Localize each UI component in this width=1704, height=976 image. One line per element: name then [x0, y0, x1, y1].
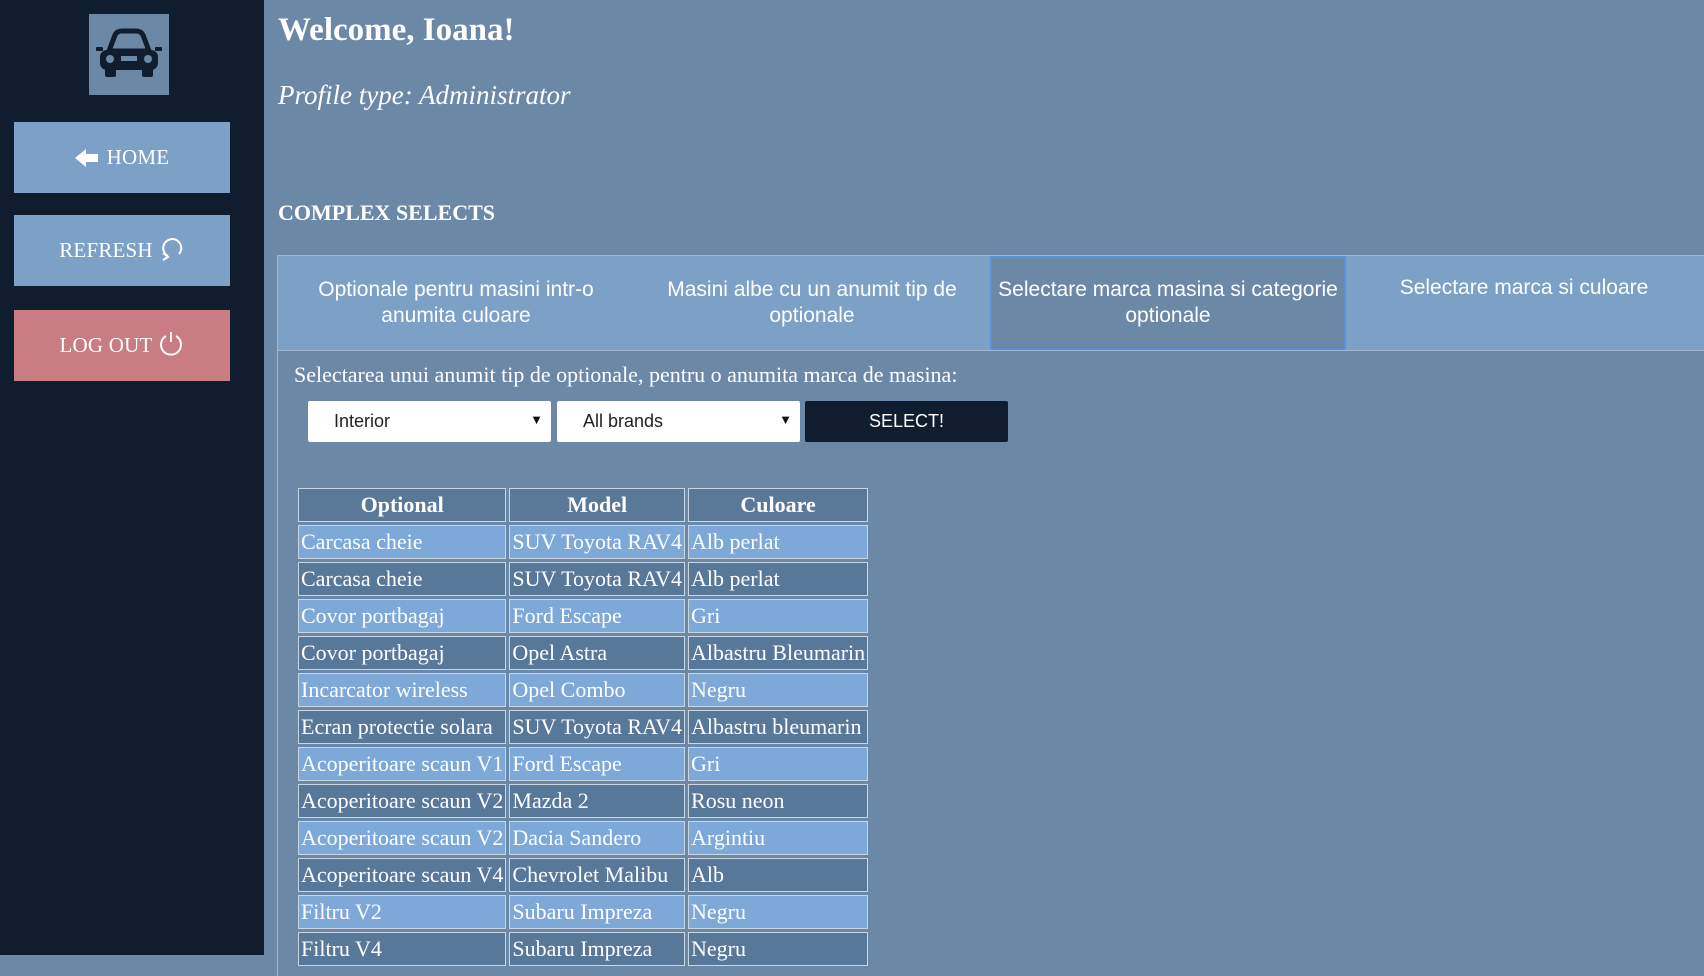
- results-table: Optional Model Culoare Carcasa cheie SUV …: [295, 485, 871, 969]
- logout-button[interactable]: LOG OUT: [14, 310, 230, 381]
- cell-culoare: Alb: [688, 858, 869, 892]
- cell-optional: Incarcator wireless: [298, 673, 507, 707]
- cell-culoare: Negru: [688, 673, 869, 707]
- chevron-down-icon: ▼: [779, 412, 792, 427]
- table-row: Filtru V2 Subaru Impreza Negru: [298, 895, 869, 929]
- welcome-heading: Welcome, Ioana!: [278, 12, 515, 48]
- cell-optional: Covor portbagaj: [298, 599, 507, 633]
- column-header-optional: Optional: [298, 488, 507, 522]
- cell-culoare: Negru: [688, 895, 869, 929]
- cell-model: Ford Escape: [509, 599, 686, 633]
- sidebar: HOME REFRESH LOG OUT: [0, 0, 264, 955]
- brand-value: All brands: [583, 411, 664, 431]
- cell-optional: Filtru V4: [298, 932, 507, 966]
- cell-model: Opel Astra: [509, 636, 686, 670]
- cell-culoare: Albastru Bleumarin: [688, 636, 869, 670]
- arrow-left-icon: [74, 148, 99, 168]
- cell-model: Mazda 2: [509, 784, 686, 818]
- column-header-culoare: Culoare: [688, 488, 869, 522]
- logout-label: LOG OUT: [59, 333, 153, 357]
- cell-culoare: Albastru bleumarin: [688, 710, 869, 744]
- table-header-row: Optional Model Culoare: [298, 488, 869, 522]
- cell-optional: Acoperitoare scaun V1: [298, 747, 507, 781]
- home-button[interactable]: HOME: [14, 122, 230, 193]
- results-body: Carcasa cheie SUV Toyota RAV4 Alb perlat Ca…: [298, 525, 869, 966]
- tab-masini-albe[interactable]: Masini albe cu un anumit tip de optional…: [634, 256, 990, 350]
- table-row: Carcasa cheie SUV Toyota RAV4 Alb perlat: [298, 562, 869, 596]
- cell-model: SUV Toyota RAV4: [509, 710, 686, 744]
- home-label: HOME: [106, 145, 170, 169]
- table-row: Incarcator wireless Opel Combo Negru: [298, 673, 869, 707]
- cell-culoare: Argintiu: [688, 821, 869, 855]
- cell-optional: Acoperitoare scaun V4: [298, 858, 507, 892]
- cell-culoare: Alb perlat: [688, 562, 869, 596]
- optional-type-value: Interior: [334, 411, 391, 431]
- cell-model: Dacia Sandero: [509, 821, 686, 855]
- cell-model: SUV Toyota RAV4: [509, 525, 686, 559]
- cell-model: Opel Combo: [509, 673, 686, 707]
- table-row: Ecran protectie solara SUV Toyota RAV4 Alb…: [298, 710, 869, 744]
- cell-optional: Carcasa cheie: [298, 562, 507, 596]
- cell-culoare: Negru: [688, 932, 869, 966]
- cell-model: Chevrolet Malibu: [509, 858, 686, 892]
- logo: [89, 14, 169, 95]
- cell-model: Subaru Impreza: [509, 932, 686, 966]
- refresh-icon: [159, 235, 185, 261]
- table-row: Carcasa cheie SUV Toyota RAV4 Alb perlat: [298, 525, 869, 559]
- cell-optional: Ecran protectie solara: [298, 710, 507, 744]
- cell-model: Subaru Impreza: [509, 895, 686, 929]
- cell-optional: Covor portbagaj: [298, 636, 507, 670]
- cell-model: Ford Escape: [509, 747, 686, 781]
- refresh-label: REFRESH: [59, 238, 153, 262]
- tab-marca-culoare[interactable]: Selectare marca si culoare: [1346, 256, 1702, 350]
- cell-culoare: Alb perlat: [688, 525, 869, 559]
- chevron-down-icon: ▼: [530, 412, 543, 427]
- cell-optional: Filtru V2: [298, 895, 507, 929]
- section-title: COMPLEX SELECTS: [278, 200, 495, 225]
- cell-optional: Acoperitoare scaun V2: [298, 821, 507, 855]
- cell-culoare: Rosu neon: [688, 784, 869, 818]
- refresh-button[interactable]: REFRESH: [14, 215, 230, 286]
- power-icon: [158, 330, 184, 356]
- cell-optional: Acoperitoare scaun V2: [298, 784, 507, 818]
- table-row: Covor portbagaj Opel Astra Albastru Bleuma…: [298, 636, 869, 670]
- main-content: Welcome, Ioana! Profile type: Administra…: [264, 0, 1704, 976]
- cell-optional: Carcasa cheie: [298, 525, 507, 559]
- table-row: Acoperitoare scaun V4 Chevrolet Malibu Alb: [298, 858, 869, 892]
- column-header-model: Model: [509, 488, 686, 522]
- table-row: Acoperitoare scaun V2 Dacia Sandero Argint…: [298, 821, 869, 855]
- complex-selects-panel: Optionale pentru masini intr-o anumita c…: [277, 255, 1704, 976]
- cell-culoare: Gri: [688, 747, 869, 781]
- select-button[interactable]: SELECT!: [805, 401, 1008, 442]
- tab-optionale-culoare[interactable]: Optionale pentru masini intr-o anumita c…: [278, 256, 634, 350]
- query-label: Selectarea unui anumit tip de optionale,…: [294, 362, 958, 387]
- table-row: Filtru V4 Subaru Impreza Negru: [298, 932, 869, 966]
- tab-marca-categorie[interactable]: Selectare marca masina si categorie opti…: [990, 256, 1346, 350]
- profile-type: Profile type: Administrator: [278, 80, 571, 110]
- cell-model: SUV Toyota RAV4: [509, 562, 686, 596]
- table-row: Acoperitoare scaun V2 Mazda 2 Rosu neon: [298, 784, 869, 818]
- tab-bar: Optionale pentru masini intr-o anumita c…: [278, 256, 1704, 351]
- optional-type-select[interactable]: Interior ▼: [308, 401, 551, 442]
- table-row: Covor portbagaj Ford Escape Gri: [298, 599, 869, 633]
- cell-culoare: Gri: [688, 599, 869, 633]
- table-row: Acoperitoare scaun V1 Ford Escape Gri: [298, 747, 869, 781]
- brand-select[interactable]: All brands ▼: [557, 401, 800, 442]
